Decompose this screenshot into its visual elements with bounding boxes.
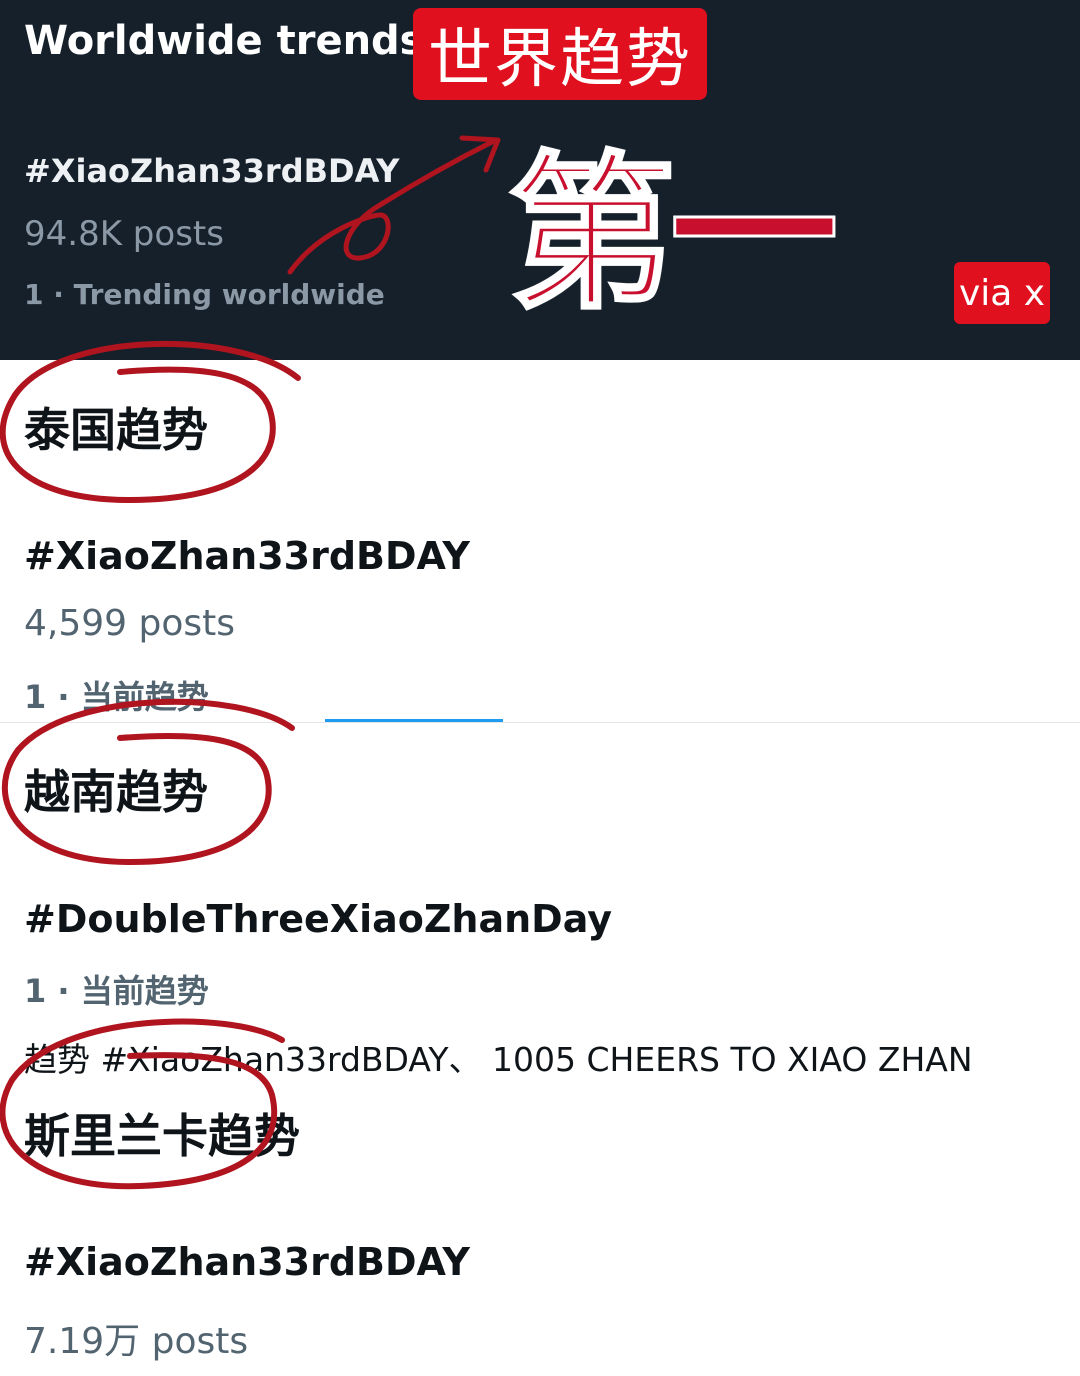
vietnam-related-trends[interactable]: 趋势 #XiaoZhan33rdBDAY、 1005 CHEERS TO XIA… [24, 1033, 973, 1081]
active-tab-indicator [325, 719, 503, 722]
thailand-trends-heading: 泰国趋势 [24, 403, 208, 457]
thailand-trend-post-count: 4,599 posts [24, 603, 236, 644]
via-x-badge: via x [954, 262, 1050, 324]
section-divider [0, 722, 1080, 723]
sri-lanka-trends-heading: 斯里兰卡趋势 [24, 1109, 300, 1163]
worldwide-trend-hashtag[interactable]: #XiaoZhan33rdBDAY [24, 152, 399, 190]
vietnam-trend-rank: 1 · 当前趋势 [24, 972, 209, 1010]
world-trends-badge: 世界趋势 [413, 8, 707, 100]
sri-lanka-trend-hashtag[interactable]: #XiaoZhan33rdBDAY [24, 1240, 470, 1284]
sri-lanka-trend-post-count: 7.19万 posts [24, 1321, 249, 1362]
vietnam-trend-hashtag[interactable]: #DoubleThreeXiaoZhanDay [24, 897, 612, 941]
vietnam-trends-heading: 越南趋势 [24, 765, 208, 819]
first-place-callout: 第一 [507, 136, 840, 332]
thailand-trend-rank: 1 · 当前趋势 [24, 678, 209, 716]
worldwide-trend-rank: 1 · Trending worldwide [24, 278, 385, 311]
thailand-trend-hashtag[interactable]: #XiaoZhan33rdBDAY [24, 534, 470, 578]
worldwide-trends-title: Worldwide trends [24, 18, 424, 64]
worldwide-trend-post-count: 94.8K posts [24, 214, 224, 254]
